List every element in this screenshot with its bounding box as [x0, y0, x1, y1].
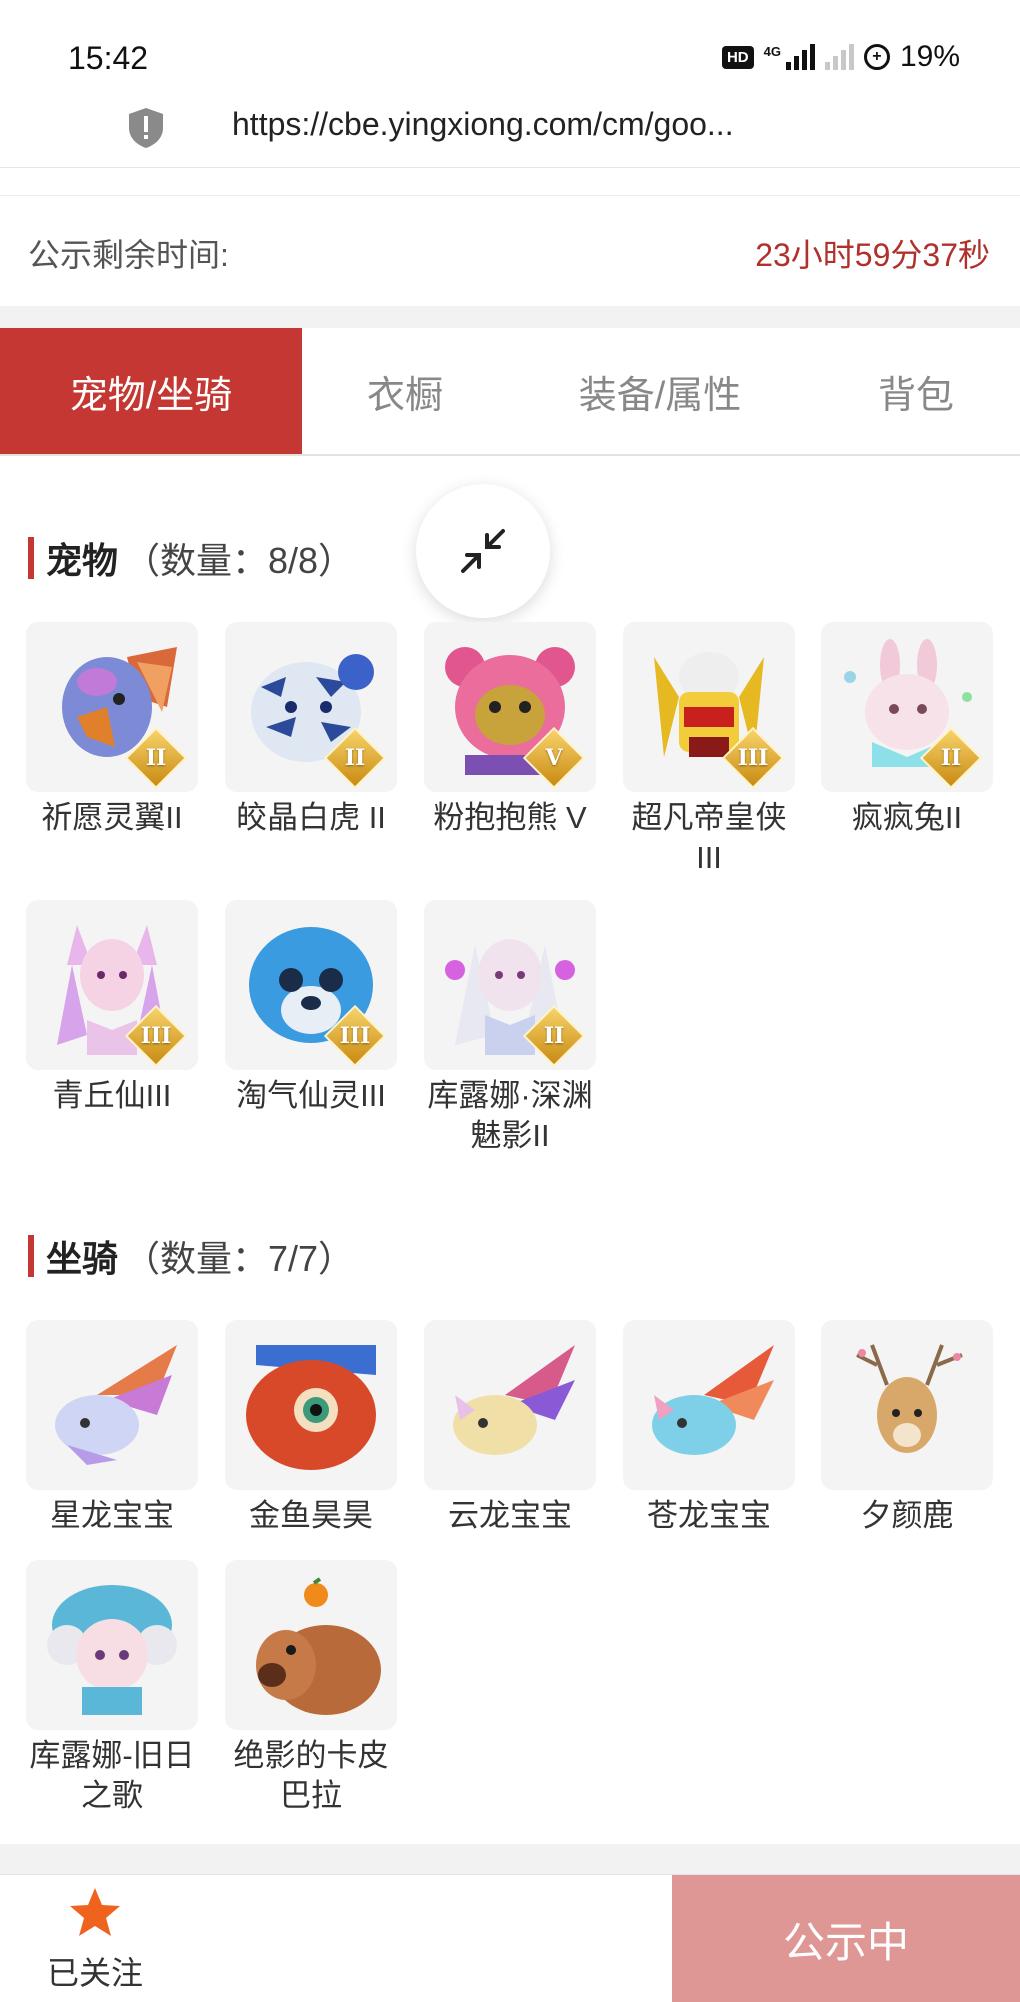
tab-backpack[interactable]: 背包	[812, 328, 1020, 454]
mount-name: 星龙宝宝	[50, 1498, 174, 1533]
tab-bar: 宠物/坐骑 衣橱 装备/属性 背包	[0, 328, 1020, 456]
tab-wardrobe[interactable]: 衣橱	[302, 328, 508, 454]
pet-name: 库露娜·深渊魅影II	[427, 1078, 593, 1153]
grade-label: II	[543, 1023, 565, 1049]
mount-name: 库露娜-旧日之歌	[29, 1738, 195, 1813]
pets-title: 宠物	[46, 540, 119, 581]
mount-item[interactable]: 星龙宝宝	[26, 1320, 198, 1536]
mount-name: 苍龙宝宝	[647, 1498, 771, 1533]
divider	[0, 306, 1020, 328]
pet-thumbnail: III	[225, 900, 397, 1070]
bottom-bar: 已关注 公示中	[0, 1874, 1020, 2002]
follow-label: 已关注	[46, 1955, 143, 1991]
hd-icon: HD	[721, 45, 754, 69]
shield-warning-icon[interactable]	[126, 106, 166, 150]
pet-name: 淘气仙灵III	[236, 1078, 386, 1113]
grade-label: II	[344, 745, 366, 771]
follow-button[interactable]: 已关注	[40, 1885, 150, 1994]
status-icons: HD 4G + 19%	[721, 40, 960, 74]
star-dragon-mount-image	[55, 1345, 177, 1465]
grade-label: II	[940, 745, 962, 771]
pet-thumbnail: II	[821, 622, 993, 792]
battery-percent: 19%	[899, 40, 960, 73]
mount-name: 金鱼昊昊	[249, 1498, 373, 1533]
collapse-button[interactable]	[416, 484, 550, 618]
mount-thumbnail	[225, 1320, 397, 1490]
mount-thumbnail	[26, 1320, 198, 1490]
mount-item[interactable]: 金鱼昊昊	[225, 1320, 397, 1536]
mount-name: 夕颜鹿	[860, 1498, 954, 1533]
status-time: 15:42	[68, 40, 149, 76]
goldfish-mount-image	[246, 1345, 376, 1470]
pet-thumbnail: II	[26, 622, 198, 792]
pet-thumbnail: III	[623, 622, 795, 792]
countdown-row: 公示剩余时间: 23小时59分37秒	[0, 196, 1020, 306]
pet-thumbnail: II	[424, 900, 596, 1070]
pet-item[interactable]: II 祈愿灵翼II	[26, 622, 198, 838]
grade-label: V	[545, 745, 563, 771]
network-label: 4G	[763, 44, 781, 59]
mount-item[interactable]: 绝影的卡皮巴拉	[225, 1560, 397, 1816]
grade-label: III	[140, 1023, 172, 1049]
pet-item[interactable]: II 皎晶白虎 II	[225, 622, 397, 838]
song-girl-mount-image	[47, 1585, 177, 1715]
signal-weak-icon	[824, 44, 854, 70]
mounts-count: （数量：7/7）	[124, 1238, 355, 1279]
section-marker	[28, 537, 34, 579]
grade-label: III	[339, 1023, 371, 1049]
tab-pets-mounts[interactable]: 宠物/坐骑	[0, 328, 302, 454]
pet-name: 皎晶白虎 II	[236, 800, 386, 835]
pet-name: 疯疯兔II	[851, 800, 963, 835]
mount-thumbnail	[26, 1560, 198, 1730]
pets-count: （数量：8/8）	[124, 540, 355, 581]
pets-section-title: 宠物 （数量：8/8）	[28, 532, 354, 584]
grade-label: II	[145, 745, 167, 771]
mount-thumbnail	[623, 1320, 795, 1490]
mount-item[interactable]: 夕颜鹿	[821, 1320, 993, 1536]
tab-equipment[interactable]: 装备/属性	[508, 328, 812, 454]
countdown-value: 23小时59分37秒	[755, 237, 990, 273]
mount-thumbnail	[821, 1320, 993, 1490]
pet-item[interactable]: V 粉抱抱熊 V	[424, 622, 596, 838]
pet-item[interactable]: III 超凡帝皇侠III	[623, 622, 795, 878]
pet-item[interactable]: III 青丘仙III	[26, 900, 198, 1116]
signal-icon: 4G	[764, 44, 815, 70]
divider	[0, 168, 1020, 196]
mount-item[interactable]: 库露娜-旧日之歌	[26, 1560, 198, 1816]
mount-thumbnail	[225, 1560, 397, 1730]
deer-mount-image	[856, 1344, 963, 1453]
pet-name: 粉抱抱熊 V	[433, 800, 587, 835]
battery-saver-icon: +	[863, 44, 890, 70]
status-bar: 15:42 HD 4G + 19%	[0, 0, 1020, 110]
pet-item[interactable]: II 库露娜·深渊魅影II	[424, 900, 596, 1156]
countdown-label: 公示剩余时间:	[28, 237, 229, 273]
pet-item[interactable]: III 淘气仙灵III	[225, 900, 397, 1116]
star-icon	[70, 1888, 120, 1936]
pet-thumbnail: II	[225, 622, 397, 792]
mount-thumbnail	[424, 1320, 596, 1490]
mounts-section-title: 坐骑 （数量：7/7）	[28, 1230, 354, 1282]
pet-item[interactable]: II 疯疯兔II	[821, 622, 993, 838]
azure-dragon-mount-image	[652, 1345, 774, 1455]
pet-thumbnail: III	[26, 900, 198, 1070]
pet-name: 青丘仙III	[52, 1078, 172, 1113]
pet-thumbnail: V	[424, 622, 596, 792]
capybara-mount-image	[256, 1577, 381, 1715]
grade-label: III	[737, 745, 769, 771]
cloud-dragon-mount-image	[453, 1345, 575, 1455]
mount-name: 绝影的卡皮巴拉	[233, 1738, 389, 1813]
mount-item[interactable]: 苍龙宝宝	[623, 1320, 795, 1536]
collapse-arrows-icon	[461, 529, 505, 573]
mounts-title: 坐骑	[46, 1238, 119, 1279]
url-text[interactable]: https://cbe.yingxiong.com/cm/goo...	[232, 106, 734, 143]
mount-name: 云龙宝宝	[448, 1498, 572, 1533]
section-marker	[28, 1235, 34, 1277]
pet-name: 祈愿灵翼II	[41, 800, 183, 835]
url-bar[interactable]: https://cbe.yingxiong.com/cm/goo...	[0, 100, 1020, 168]
pet-name: 超凡帝皇侠III	[631, 800, 787, 875]
mount-item[interactable]: 云龙宝宝	[424, 1320, 596, 1536]
publicity-status-button[interactable]: 公示中	[672, 1875, 1020, 2002]
divider	[0, 1844, 1020, 1874]
